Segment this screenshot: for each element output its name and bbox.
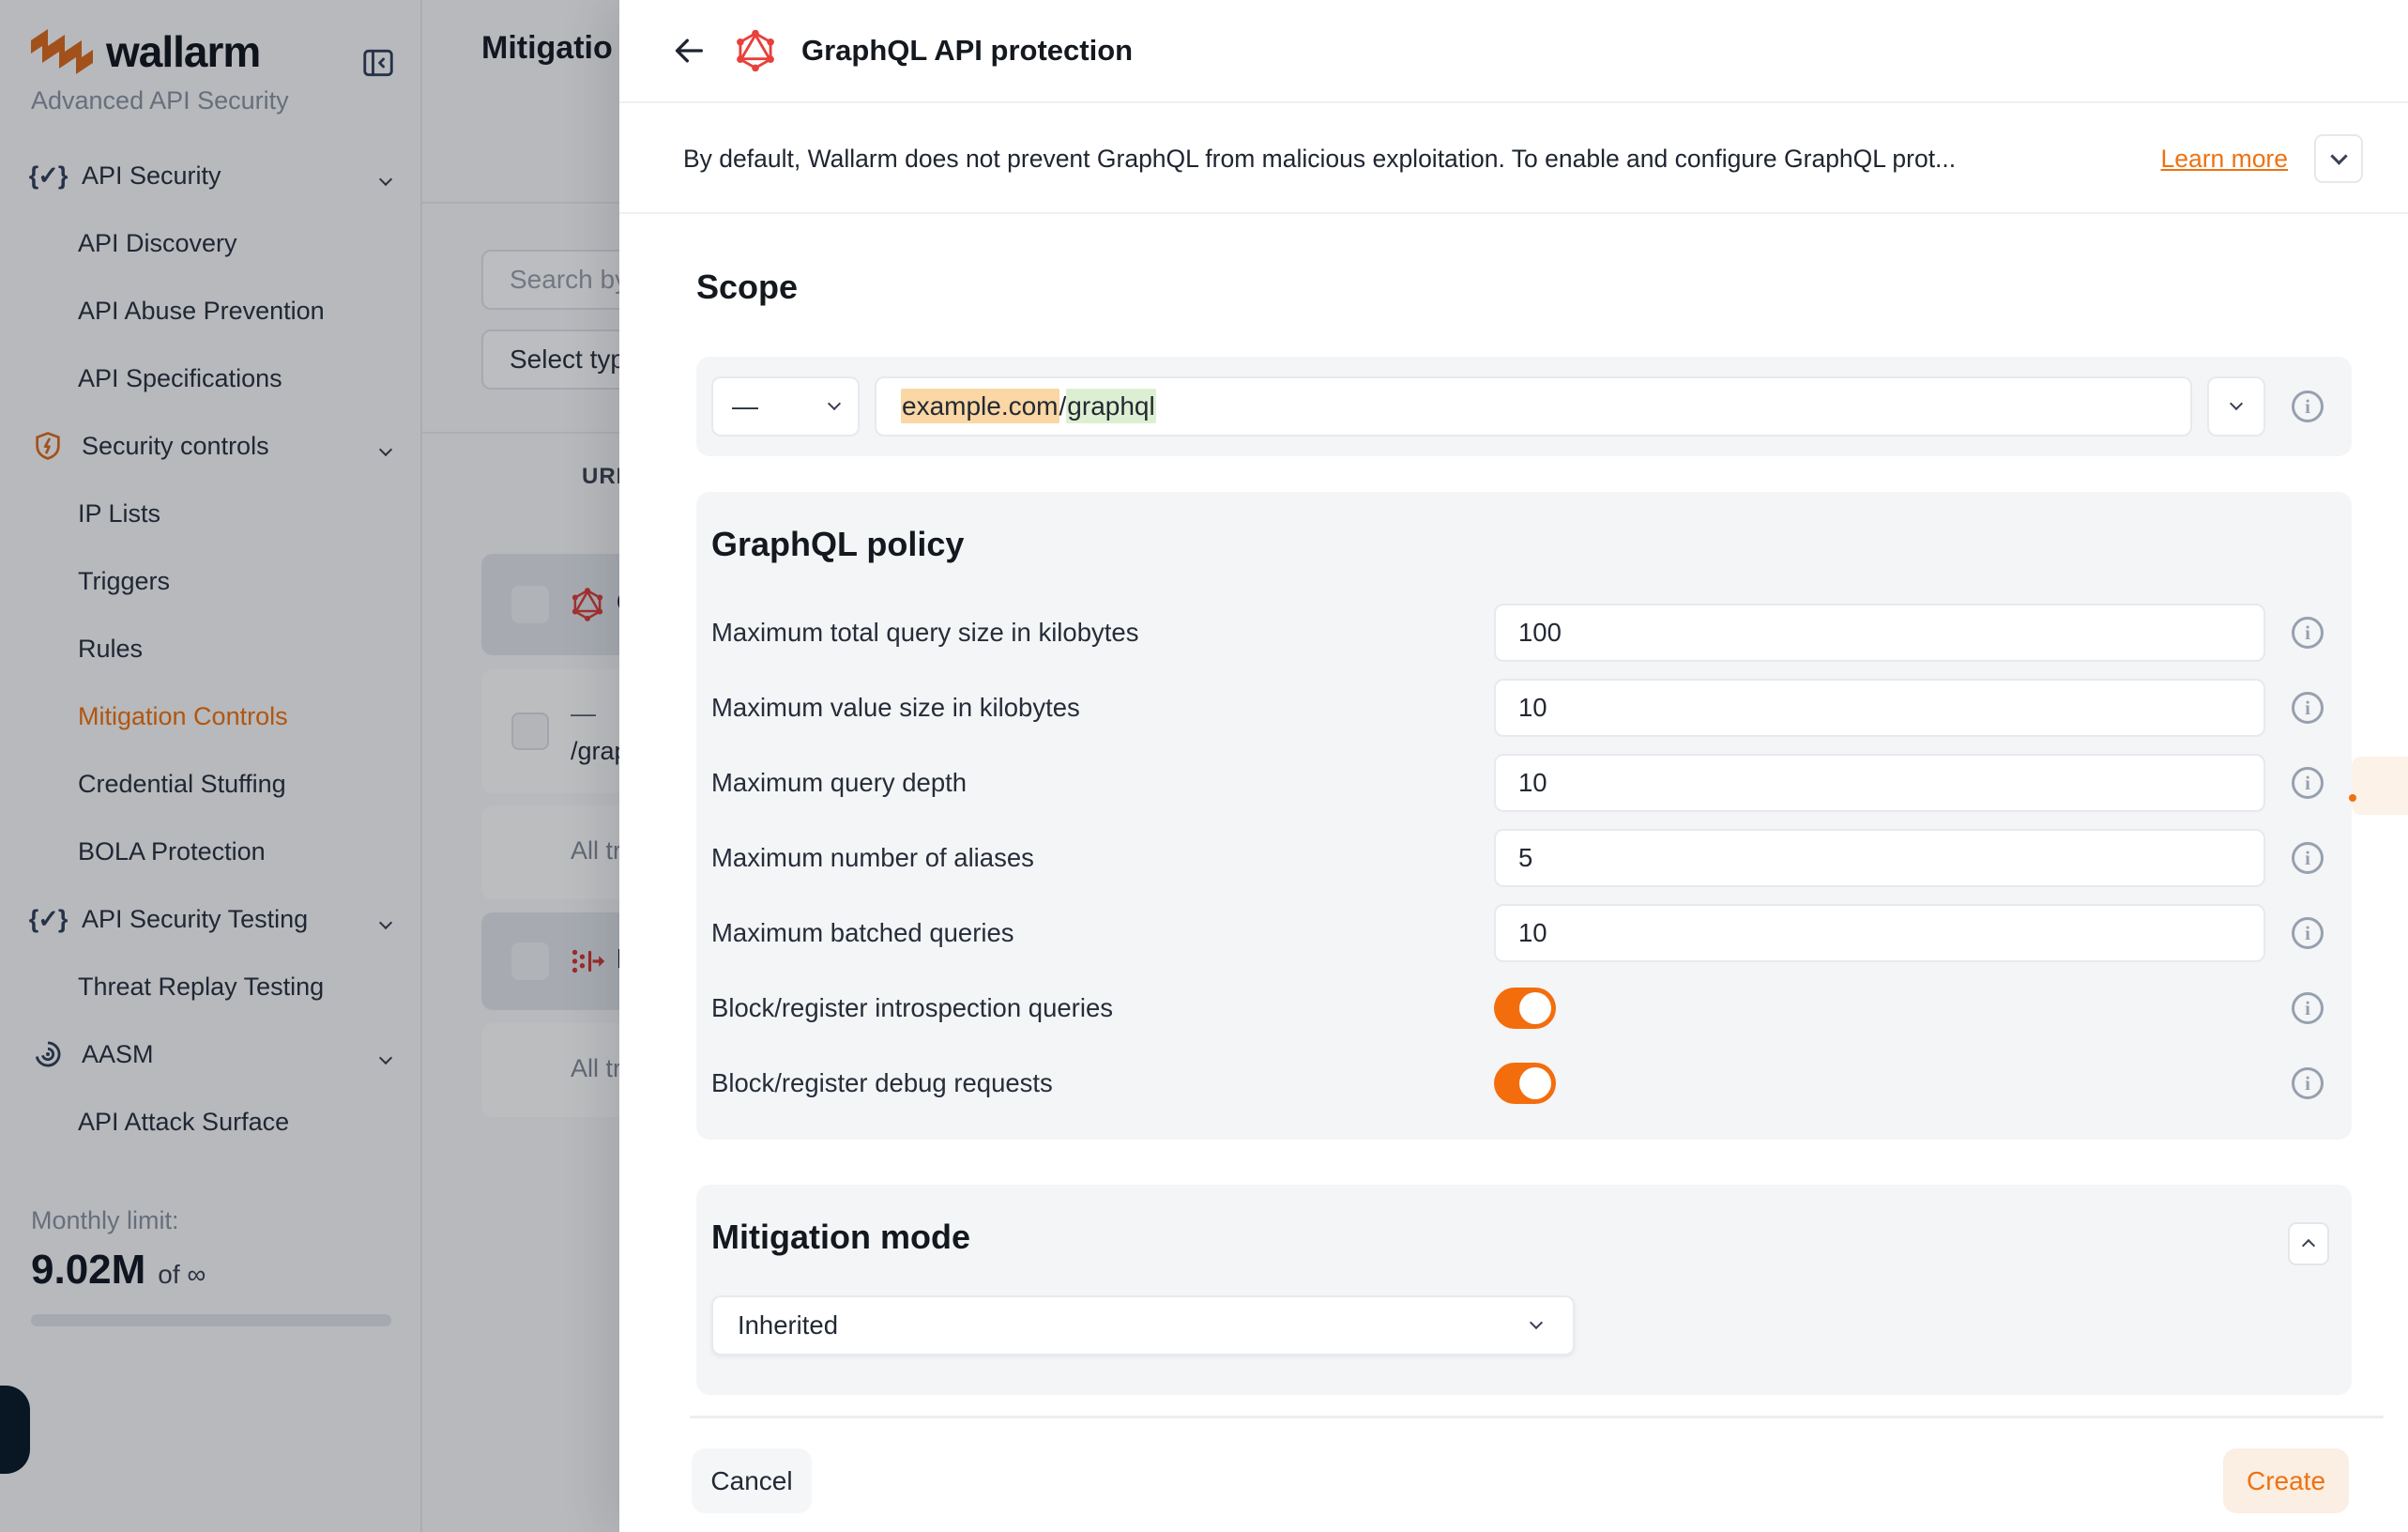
footer-divider xyxy=(690,1416,2384,1418)
mitigation-mode-value: Inherited xyxy=(738,1310,838,1340)
scope-method-value: — xyxy=(732,391,758,421)
max-query-size-input[interactable]: 100 xyxy=(1494,604,2265,662)
mitigation-heading: Mitigation mode xyxy=(711,1218,2324,1256)
section-collapse-button[interactable] xyxy=(2288,1222,2329,1265)
info-icon[interactable]: i xyxy=(2292,617,2324,649)
max-batched-queries-input[interactable]: 10 xyxy=(1494,904,2265,962)
drawer-title: GraphQL API protection xyxy=(801,34,1133,68)
policy-heading: GraphQL policy xyxy=(711,526,2324,563)
app-root: Mitigatio Search by Select typ URL xyxy=(0,0,2408,1532)
scope-heading: Scope xyxy=(696,268,798,307)
chevron-down-icon xyxy=(2230,397,2243,410)
cancel-button[interactable]: Cancel xyxy=(692,1448,812,1513)
policy-label: Block/register debug requests xyxy=(711,1068,1494,1098)
banner-expand-button[interactable] xyxy=(2314,134,2363,183)
scope-url-path: graphql xyxy=(1066,389,1155,423)
chevron-down-icon xyxy=(828,397,841,410)
policy-label: Maximum value size in kilobytes xyxy=(711,693,1494,723)
chevron-up-icon xyxy=(2302,1239,2315,1252)
policy-label: Block/register introspection queries xyxy=(711,993,1494,1023)
scope-row: — example.com/graphql i xyxy=(696,357,2352,456)
scope-expand-button[interactable] xyxy=(2207,376,2265,437)
tooltip-peek xyxy=(2352,757,2408,815)
info-icon[interactable]: i xyxy=(2292,1067,2324,1099)
graphql-protection-drawer: GraphQL API protection By default, Walla… xyxy=(619,0,2408,1532)
create-button[interactable]: Create xyxy=(2223,1448,2349,1513)
policy-row: Maximum query depth 10 i xyxy=(711,745,2324,820)
debug-requests-toggle[interactable] xyxy=(1494,1063,1556,1104)
info-icon[interactable]: i xyxy=(2292,692,2324,724)
policy-row: Block/register debug requests i xyxy=(711,1046,2324,1121)
scope-method-select[interactable]: — xyxy=(711,376,860,437)
mitigation-mode-select[interactable]: Inherited xyxy=(711,1295,1575,1356)
policy-label: Maximum total query size in kilobytes xyxy=(711,618,1494,648)
info-icon[interactable]: i xyxy=(2292,917,2324,949)
info-icon[interactable]: i xyxy=(2292,992,2324,1024)
chevron-down-icon xyxy=(2330,147,2347,164)
policy-label: Maximum batched queries xyxy=(711,918,1494,948)
info-banner: By default, Wallarm does not prevent Gra… xyxy=(619,105,2408,214)
info-icon[interactable]: i xyxy=(2292,391,2324,422)
graphql-policy-section: GraphQL policy Maximum total query size … xyxy=(696,492,2352,1140)
back-arrow-icon[interactable] xyxy=(668,30,709,71)
max-value-size-input[interactable]: 10 xyxy=(1494,679,2265,737)
policy-row: Maximum value size in kilobytes 10 i xyxy=(711,670,2324,745)
scope-url-host: example.com xyxy=(901,389,1059,423)
policy-label: Maximum query depth xyxy=(711,768,1494,798)
learn-more-link[interactable]: Learn more xyxy=(2160,145,2288,174)
info-icon[interactable]: i xyxy=(2292,842,2324,874)
mitigation-mode-section: Mitigation mode Inherited xyxy=(696,1185,2352,1395)
max-query-depth-input[interactable]: 10 xyxy=(1494,754,2265,812)
graphql-icon xyxy=(734,29,777,72)
scope-url-input[interactable]: example.com/graphql xyxy=(875,376,2192,437)
max-aliases-input[interactable]: 5 xyxy=(1494,829,2265,887)
drawer-header: GraphQL API protection xyxy=(619,0,2408,103)
policy-row: Block/register introspection queries i xyxy=(711,971,2324,1046)
info-icon[interactable]: i xyxy=(2292,767,2324,799)
tooltip-dot xyxy=(2349,794,2356,802)
banner-text: By default, Wallarm does not prevent Gra… xyxy=(683,145,2138,174)
chevron-down-icon xyxy=(1530,1316,1543,1329)
introspection-toggle[interactable] xyxy=(1494,988,1556,1029)
policy-label: Maximum number of aliases xyxy=(711,843,1494,873)
policy-row: Maximum number of aliases 5 i xyxy=(711,820,2324,896)
policy-row: Maximum total query size in kilobytes 10… xyxy=(711,595,2324,670)
policy-row: Maximum batched queries 10 i xyxy=(711,896,2324,971)
